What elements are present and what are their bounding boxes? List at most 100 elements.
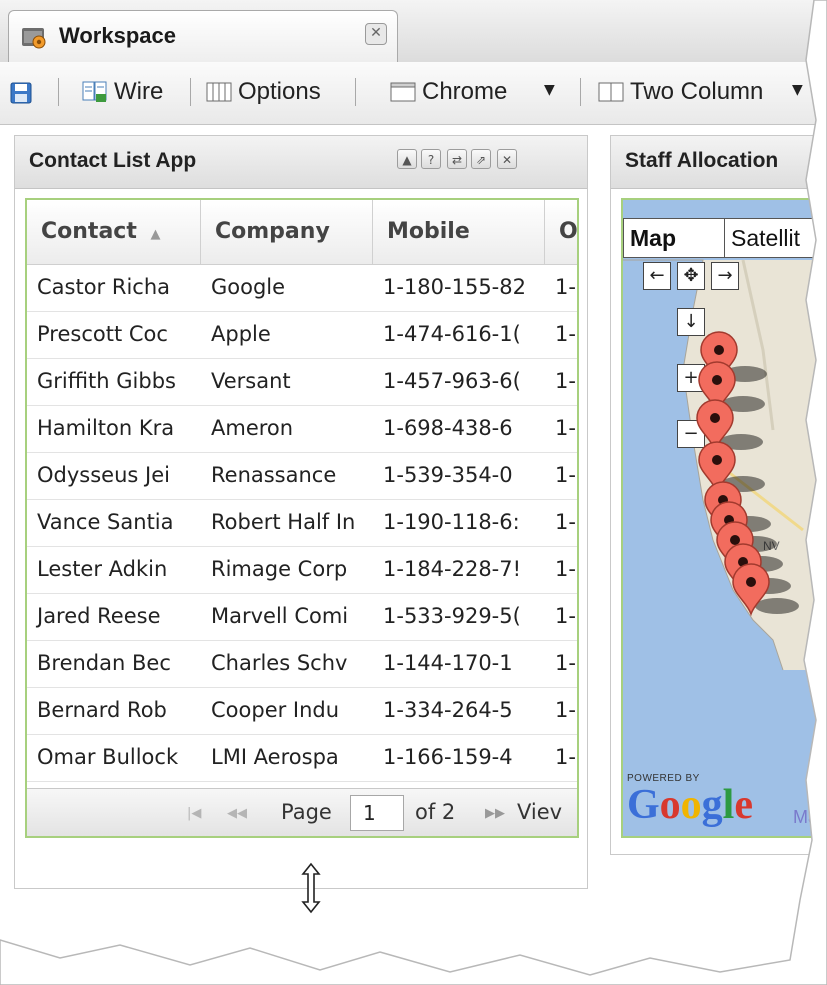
panel-title: Contact List App (29, 149, 197, 172)
help-icon[interactable]: ? (421, 149, 441, 169)
page-input[interactable]: 1 (350, 795, 404, 831)
table-row[interactable]: Prescott Coc Apple 1-474-616-1(1- (27, 311, 577, 359)
save-icon[interactable] (10, 82, 32, 104)
table-row[interactable]: Omar Bullock LMI Aerospa 1-166-159-4 1- (27, 734, 577, 782)
table-cell: 1-474-616-1( (383, 322, 521, 346)
two-column-icon (598, 82, 624, 102)
close-icon[interactable]: ✕ (365, 23, 387, 45)
contact-grid: Contact ▲ Company Mobile O Castor Richa G… (25, 198, 579, 838)
table-row[interactable]: Lester Adkin Rimage Corp 1-184-228-7! 1- (27, 546, 577, 594)
map-markers (696, 331, 799, 617)
table-cell: Castor Richa (37, 275, 171, 299)
google-logo: POWERED BY Google (627, 773, 753, 826)
chrome-label: Chrome (422, 78, 508, 105)
table-row[interactable]: Vance Santia Robert Half In 1-190-118-6: 1- (27, 499, 577, 547)
column-header-contact[interactable]: Contact ▲ (27, 200, 201, 264)
refresh-icon[interactable]: ⇄ (447, 149, 467, 169)
marker-dot (714, 345, 724, 355)
marker-dot (712, 455, 722, 465)
workspace-icon (22, 28, 46, 49)
chrome-dropdown[interactable]: Chrome (390, 74, 507, 110)
close-icon[interactable]: ✕ (497, 149, 517, 169)
tab-strip: Workspace ✕ (0, 0, 827, 63)
chevron-down-icon[interactable]: ▼ (792, 82, 803, 98)
tab-title: Workspace (59, 23, 176, 48)
table-cell: 1- (555, 604, 576, 628)
table-cell: Apple (211, 322, 271, 346)
table-cell: Jared Reese (37, 604, 161, 628)
columns-icon (206, 82, 232, 102)
table-cell: LMI Aerospa (211, 745, 339, 769)
marker-dot (730, 535, 740, 545)
layout-label: Two Column (630, 78, 764, 105)
google-wordmark: Google (627, 782, 753, 828)
layout-dropdown[interactable]: Two Column (598, 74, 763, 110)
marker-dot (746, 577, 756, 587)
toolbar-separator (580, 78, 581, 106)
table-cell: Robert Half In (211, 510, 356, 534)
contact-list-panel: Contact List App ▲ ? ⇄ ⇗ ✕ Contact ▲ Com… (14, 135, 588, 914)
table-cell: 1- (555, 369, 576, 393)
table-cell: 1- (555, 651, 576, 675)
panel-title: Staff Allocation (625, 149, 779, 172)
portal-area: Contact List App ▲ ? ⇄ ⇗ ✕ Contact ▲ Com… (0, 125, 827, 985)
resize-handle-icon[interactable] (300, 862, 322, 914)
table-cell: 1-457-963-6( (383, 369, 521, 393)
panel-header: Staff Allocation (611, 136, 827, 189)
collapse-icon[interactable]: ▲ (397, 149, 417, 169)
map-data-link[interactable]: Ma (793, 807, 818, 828)
map-view[interactable]: NV Map Satellit ← ✥ → ↓ + − POWERED BY G… (621, 198, 827, 838)
page-label: Page (281, 800, 332, 824)
maximize-icon[interactable]: ⇗ (471, 149, 491, 169)
table-row[interactable]: Castor Richa Google 1-180-155-82 1- (27, 264, 577, 312)
prev-page-icon[interactable]: ◀◀ (227, 806, 247, 821)
marker-dot (712, 375, 722, 385)
table-cell: 1-166-159-4 (383, 745, 513, 769)
table-cell: Marvell Comi (211, 604, 349, 628)
column-header-company[interactable]: Company (201, 200, 373, 264)
table-cell: Renassance (211, 463, 337, 487)
table-row[interactable]: Hamilton Kra Ameron 1-698-438-6 1- (27, 405, 577, 453)
table-cell: 1-539-354-0 (383, 463, 513, 487)
toolbar-separator (355, 78, 356, 106)
table-row[interactable]: Bernard Rob Cooper Indu 1-334-264-5 1- (27, 687, 577, 735)
table-cell: 1- (555, 510, 576, 534)
table-cell: Hamilton Kra (37, 416, 175, 440)
column-header-other[interactable]: O (545, 200, 577, 264)
wire-button[interactable]: Wire (82, 74, 163, 110)
table-cell: Charles Schv (211, 651, 348, 675)
toolbar-separator (190, 78, 191, 106)
table-row[interactable]: Brendan Bec Charles Schv 1-144-170-1 1- (27, 640, 577, 688)
view-label: Viev (517, 800, 563, 824)
chevron-down-icon[interactable]: ▼ (544, 82, 555, 98)
tab-workspace[interactable]: Workspace ✕ (8, 10, 398, 62)
page-count: of 2 (415, 800, 456, 824)
table-cell: Odysseus Jei (37, 463, 170, 487)
table-cell: Griffith Gibbs (37, 369, 176, 393)
table-cell: 1-190-118-6: (383, 510, 520, 534)
table-cell: 1- (555, 275, 576, 299)
toolbar: Wire Options Chrome ▼ Two Column ▼ (0, 62, 827, 125)
table-cell: 1-334-264-5 (383, 698, 513, 722)
staff-allocation-panel: Staff Allocation NV Map Satellit ← ✥ → ↓… (610, 135, 827, 855)
table-cell: Google (211, 275, 286, 299)
column-header-label: Contact (41, 219, 137, 244)
next-page-icon[interactable]: ▶▶ (485, 806, 505, 821)
first-page-icon[interactable]: |◀ (187, 806, 201, 821)
options-button[interactable]: Options (206, 74, 321, 110)
table-cell: 1- (555, 463, 576, 487)
table-row[interactable]: Jared Reese Marvell Comi 1-533-929-5( 1- (27, 593, 577, 641)
table-cell: Omar Bullock (37, 745, 179, 769)
table-cell: 1-533-929-5( (383, 604, 521, 628)
wire-icon (82, 81, 107, 102)
column-header-mobile[interactable]: Mobile (373, 200, 545, 264)
options-label: Options (238, 78, 321, 105)
toolbar-separator (58, 78, 59, 106)
table-row[interactable]: Odysseus Jei Renassance 1-539-354-0 1- (27, 452, 577, 500)
sort-icon: ▲ (150, 227, 161, 242)
workspace-window: Workspace ✕ Wire Options Chrome ▼ Two Co… (0, 0, 827, 985)
table-cell: 1- (555, 745, 576, 769)
table-row[interactable]: Griffith Gibbs Versant 1-457-963-6(1- (27, 358, 577, 406)
table-cell: 1- (555, 698, 576, 722)
window-chrome-icon (390, 82, 416, 102)
